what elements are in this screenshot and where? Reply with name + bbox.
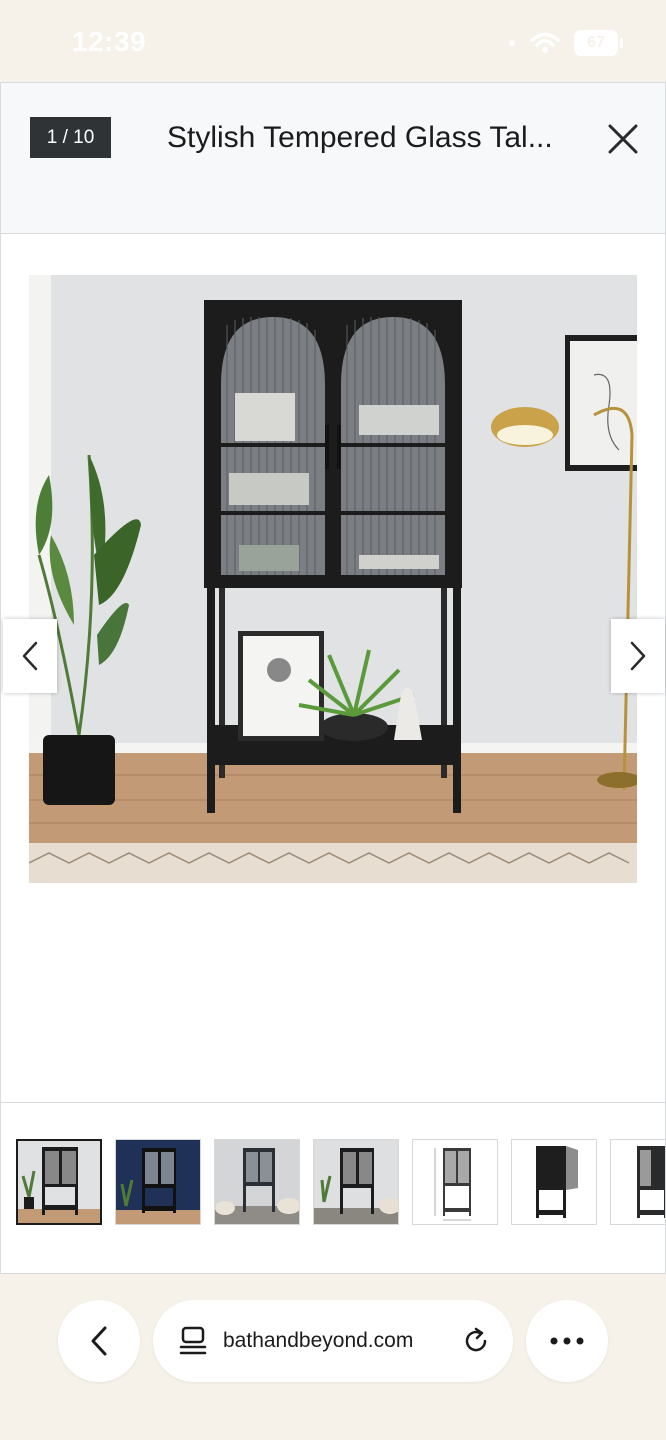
cabinet-thumbnail (314, 1140, 398, 1224)
thumbnail-6[interactable] (511, 1139, 597, 1225)
close-button[interactable] (601, 117, 645, 161)
back-icon (91, 1326, 107, 1356)
tabs-icon[interactable] (179, 1326, 207, 1356)
battery-level: 67 (587, 34, 605, 51)
cabinet-thumbnail (413, 1140, 497, 1224)
thumbnail-strip[interactable] (1, 1102, 665, 1273)
more-icon (550, 1337, 584, 1345)
previous-image-button[interactable] (3, 619, 57, 693)
url-text: bathandbeyond.com (223, 1329, 414, 1352)
cabinet-thumbnail (215, 1140, 299, 1224)
back-button[interactable] (58, 1300, 140, 1382)
thumbnail-1[interactable] (16, 1139, 102, 1225)
image-gallery-modal: 1 / 10 Stylish Tempered Glass Tal... (0, 82, 666, 1274)
battery-icon: 67 (574, 30, 623, 56)
more-options-button[interactable] (526, 1300, 608, 1382)
close-icon (608, 124, 638, 154)
chevron-left-icon (22, 641, 38, 671)
status-icons: 67 (508, 30, 623, 56)
image-counter: 1 / 10 (30, 117, 111, 158)
thumbnail-4[interactable] (313, 1139, 399, 1225)
address-bar[interactable]: bathandbeyond.com (153, 1300, 513, 1382)
status-bar: 12:39 67 (0, 0, 666, 82)
browser-toolbar: bathandbeyond.com (0, 1274, 666, 1440)
chevron-right-icon (630, 641, 646, 671)
next-image-button[interactable] (611, 619, 665, 693)
status-time: 12:39 (72, 26, 147, 57)
thumbnail-2[interactable] (115, 1139, 201, 1225)
cabinet-photo (29, 275, 637, 883)
cabinet-thumbnail (611, 1140, 665, 1224)
cabinet-thumbnail (116, 1140, 200, 1224)
thumbnail-7[interactable] (610, 1139, 665, 1225)
thumbnail-5[interactable] (412, 1139, 498, 1225)
cabinet-thumbnail (18, 1141, 100, 1223)
wifi-icon (530, 32, 560, 53)
gallery-header: 1 / 10 Stylish Tempered Glass Tal... (1, 83, 665, 234)
reload-icon[interactable] (461, 1326, 491, 1356)
main-product-image (29, 275, 637, 883)
gallery-title: Stylish Tempered Glass Tal... (167, 121, 553, 154)
cabinet-thumbnail (512, 1140, 596, 1224)
thumbnail-3[interactable] (214, 1139, 300, 1225)
signal-dot-icon (509, 40, 515, 46)
